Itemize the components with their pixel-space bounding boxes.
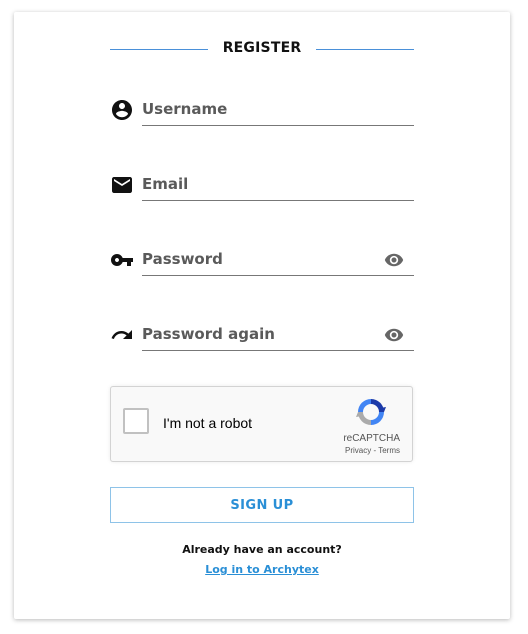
username-field: [110, 92, 414, 126]
mail-icon: [112, 177, 132, 193]
recaptcha-logo-icon: [356, 399, 386, 425]
eye-icon[interactable]: [382, 250, 406, 270]
privacy-link[interactable]: Privacy: [345, 446, 371, 455]
email-input[interactable]: [142, 167, 414, 201]
password-again-input[interactable]: [142, 317, 414, 351]
sign-up-button[interactable]: SIGN UP: [110, 487, 414, 523]
terms-link[interactable]: Terms: [378, 446, 400, 455]
password-input[interactable]: [142, 242, 414, 276]
register-card: REGISTER I'm n: [14, 12, 510, 619]
login-link[interactable]: Log in to Archytex: [110, 563, 414, 576]
password-field: [110, 242, 414, 276]
form-header: REGISTER: [110, 40, 414, 58]
eye-icon[interactable]: [382, 325, 406, 345]
recaptcha-brand: reCAPTCHA: [343, 433, 400, 444]
key-icon: [111, 254, 133, 266]
email-field: [110, 167, 414, 201]
account-circle-icon: [112, 100, 132, 120]
recaptcha-widget: I'm not a robot reCAPTCHA Privacy - Term…: [110, 386, 413, 462]
captcha-checkbox[interactable]: [123, 408, 149, 434]
captcha-label: I'm not a robot: [163, 415, 253, 431]
redo-arrow-icon: [111, 330, 132, 339]
form-title: REGISTER: [222, 40, 302, 56]
password-again-field: [110, 317, 414, 351]
already-account-text: Already have an account?: [182, 543, 342, 556]
recaptcha-links: Privacy - Terms: [345, 446, 400, 455]
header-divider-right: [316, 49, 414, 50]
username-input[interactable]: [142, 92, 414, 126]
